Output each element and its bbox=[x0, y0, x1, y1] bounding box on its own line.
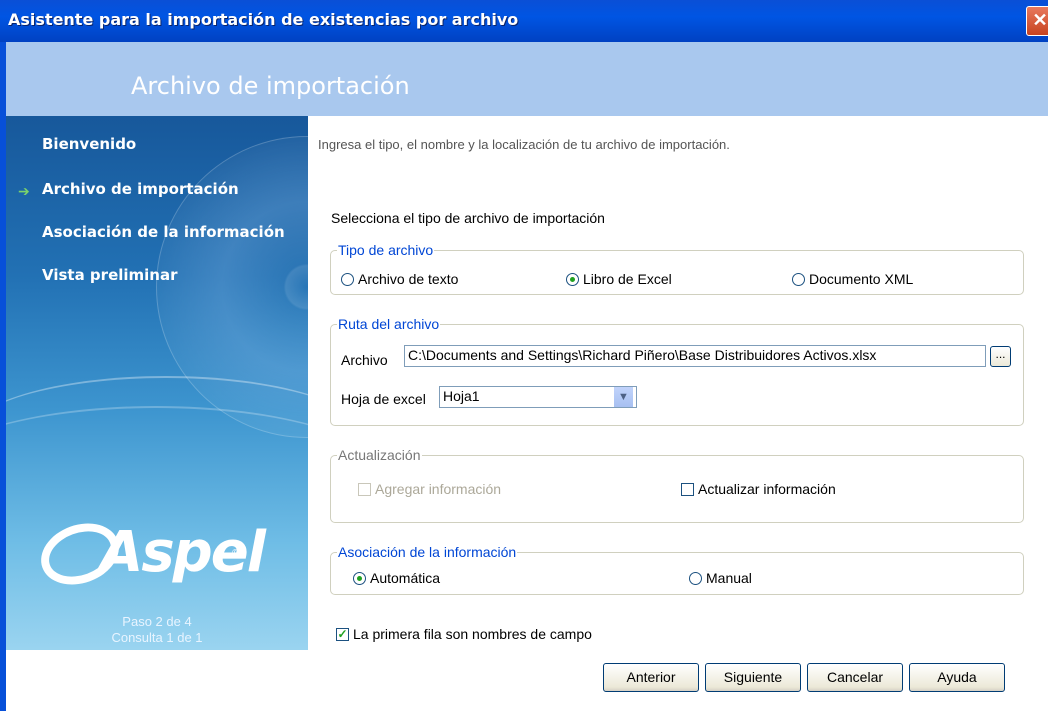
siguiente-button[interactable]: Siguiente bbox=[705, 663, 801, 692]
wizard-header: Archivo de importación bbox=[6, 42, 1048, 116]
radio-circle-icon bbox=[689, 571, 702, 585]
current-step-arrow-icon: ➔ bbox=[18, 183, 30, 199]
checkbox-icon bbox=[681, 482, 694, 496]
agregar-checkbox[interactable]: Agregar información bbox=[358, 481, 501, 497]
registered-mark: ® bbox=[232, 548, 240, 559]
primera-fila-checkbox[interactable]: ✓ La primera fila son nombres de campo bbox=[336, 626, 592, 642]
file-type-group: Tipo de archivo bbox=[330, 242, 1024, 295]
window-titlebar: Asistente para la importación de existen… bbox=[0, 0, 1048, 42]
file-path-legend: Ruta del archivo bbox=[338, 316, 440, 332]
radio-label: Archivo de texto bbox=[358, 271, 459, 287]
checkmark-icon: ✓ bbox=[336, 626, 349, 641]
archivo-label: Archivo bbox=[341, 352, 388, 368]
update-legend: Actualización bbox=[338, 447, 421, 463]
cancelar-button[interactable]: Cancelar bbox=[807, 663, 903, 692]
file-type-legend: Tipo de archivo bbox=[338, 242, 434, 258]
checkbox-label: La primera fila son nombres de campo bbox=[353, 626, 592, 642]
radio-selected-icon bbox=[353, 571, 366, 585]
step-counter: Paso 2 de 4 bbox=[122, 614, 192, 629]
radio-libro-excel[interactable]: Libro de Excel bbox=[566, 271, 672, 287]
dropdown-arrow-icon[interactable]: ▼ bbox=[613, 387, 633, 407]
checkbox-icon bbox=[358, 482, 371, 496]
radio-automatica[interactable]: Automática bbox=[353, 570, 440, 586]
step-bienvenido: Bienvenido bbox=[42, 135, 137, 153]
hoja-value: Hoja1 bbox=[443, 388, 480, 404]
actualizar-checkbox[interactable]: Actualizar información bbox=[681, 481, 836, 497]
checkbox-label: Agregar información bbox=[375, 481, 502, 497]
radio-label: Manual bbox=[706, 570, 752, 586]
radio-documento-xml[interactable]: Documento XML bbox=[792, 271, 913, 287]
step-archivo-importacion: Archivo de importación bbox=[42, 180, 239, 198]
step-asociacion: Asociación de la información bbox=[42, 223, 285, 241]
sidebar-bottom bbox=[6, 650, 308, 711]
radio-label: Automática bbox=[370, 570, 441, 586]
file-path-group: Ruta del archivo bbox=[330, 316, 1024, 426]
association-legend: Asociación de la información bbox=[338, 544, 517, 560]
radio-label: Libro de Excel bbox=[583, 271, 672, 287]
hoja-label: Hoja de excel bbox=[341, 391, 426, 407]
hoja-select[interactable]: Hoja1 bbox=[439, 386, 637, 408]
radio-selected-icon bbox=[566, 272, 579, 286]
record-counter: Consulta 1 de 1 bbox=[111, 630, 203, 645]
anterior-button[interactable]: Anterior bbox=[603, 663, 699, 692]
browse-button[interactable]: ... bbox=[990, 346, 1011, 367]
window-title: Asistente para la importación de existen… bbox=[8, 10, 519, 29]
step-vista-preliminar: Vista preliminar bbox=[42, 266, 178, 284]
archivo-path-input[interactable]: C:\Documents and Settings\Richard Piñero… bbox=[404, 345, 986, 367]
radio-manual[interactable]: Manual bbox=[689, 570, 752, 586]
radio-circle-icon bbox=[792, 272, 805, 286]
ayuda-button[interactable]: Ayuda bbox=[909, 663, 1005, 692]
intro-text: Ingresa el tipo, el nombre y la localiza… bbox=[318, 137, 730, 152]
radio-label: Documento XML bbox=[809, 271, 914, 287]
checkbox-label: Actualizar información bbox=[698, 481, 836, 497]
radio-archivo-texto[interactable]: Archivo de texto bbox=[341, 271, 458, 287]
page-title: Archivo de importación bbox=[131, 72, 410, 100]
close-icon[interactable]: ✕ bbox=[1026, 6, 1048, 36]
select-type-label: Selecciona el tipo de archivo de importa… bbox=[331, 210, 605, 226]
radio-circle-icon bbox=[341, 272, 354, 286]
